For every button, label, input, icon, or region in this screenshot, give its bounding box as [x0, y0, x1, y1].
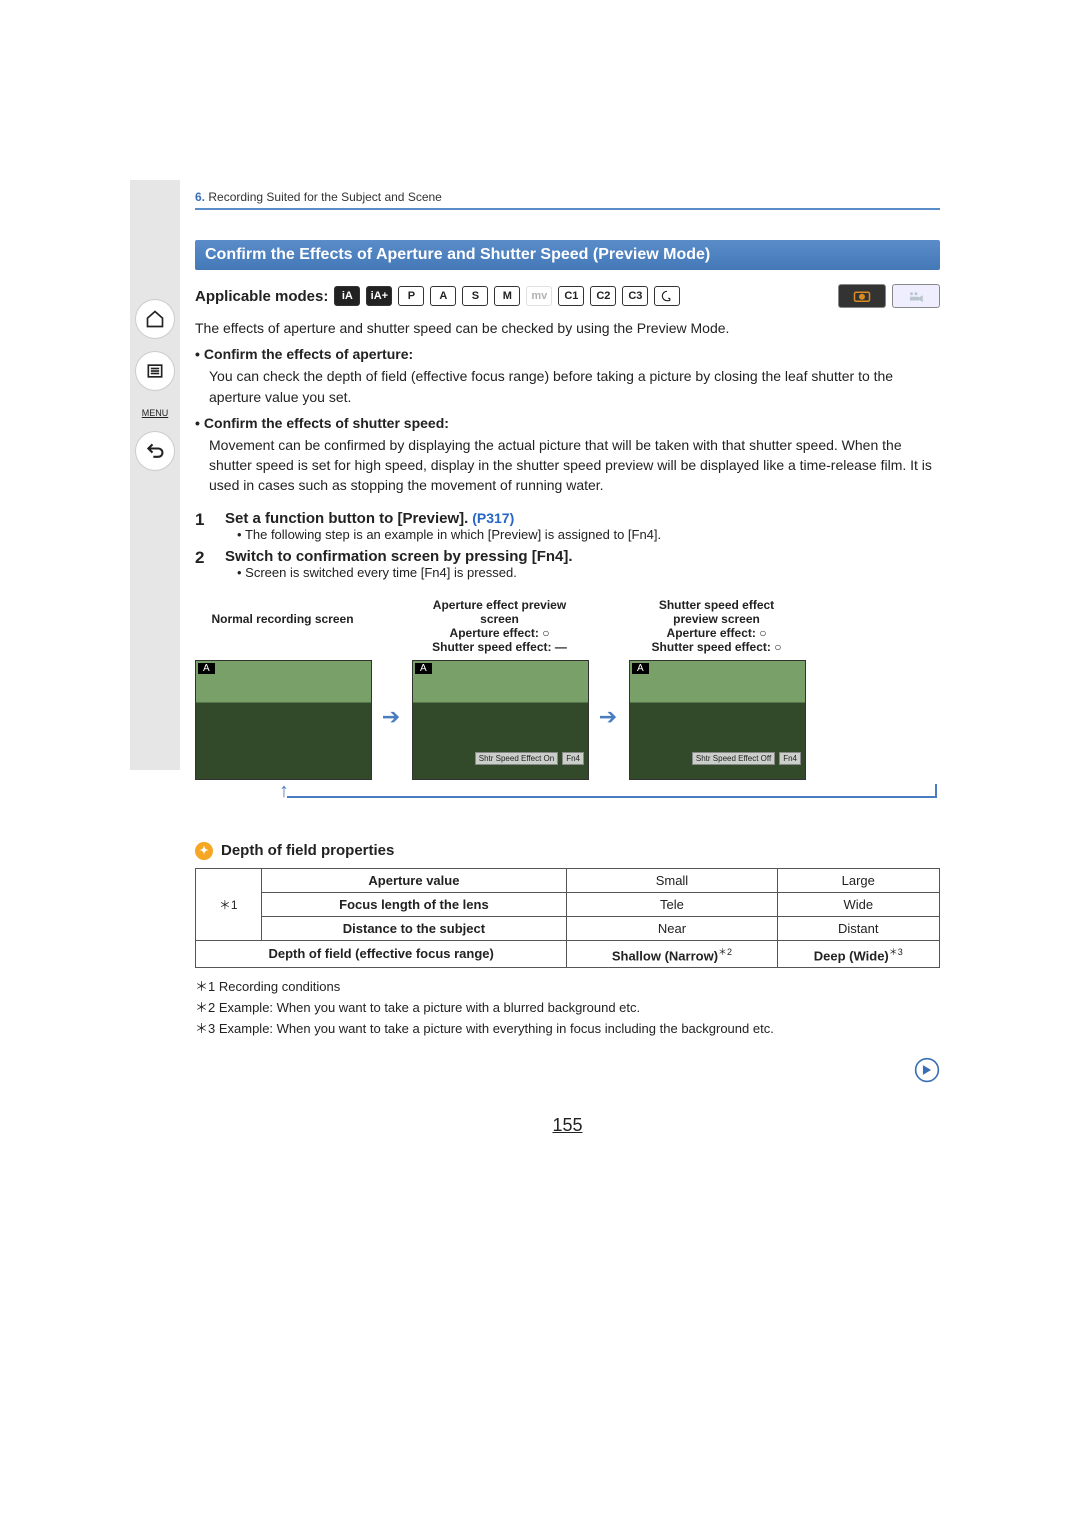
- dof-last-large-text: Deep (Wide): [814, 948, 889, 963]
- mode-a-icon: A: [430, 286, 456, 306]
- thumb-overlay-2: Shtr Speed Effect On Fn4: [475, 752, 584, 765]
- footnotes: ＊1 Recording conditions ＊2 Example: When…: [195, 976, 940, 1037]
- page-content: 6. Recording Suited for the Subject and …: [185, 180, 950, 1166]
- dof-heading-row: ✦ Depth of field properties: [195, 842, 940, 860]
- preview-col-aperture: Aperture effect preview screen Aperture …: [412, 598, 587, 780]
- back-icon[interactable]: [136, 432, 174, 470]
- preview-col-shutter-title2: preview screen: [629, 612, 804, 626]
- footnote-3: ＊3 Example: When you want to take a pict…: [195, 1018, 940, 1037]
- home-icon[interactable]: [136, 300, 174, 338]
- footnote-1: ＊1 Recording conditions: [195, 976, 940, 995]
- dof-last-small-text: Shallow (Narrow): [612, 948, 718, 963]
- preview-thumb-normal: A: [195, 660, 372, 780]
- dof-last-small: Shallow (Narrow)＊2: [567, 940, 777, 967]
- tip-bulb-icon: ✦: [195, 842, 213, 860]
- section-title: Confirm the Effects of Aperture and Shut…: [195, 240, 940, 270]
- steps: 1 Set a function button to [Preview]. (P…: [195, 510, 940, 580]
- preview-col-shutter-aperture: Aperture effect: ○: [629, 626, 804, 640]
- mode-s-icon: S: [462, 286, 488, 306]
- step-1-number: 1: [195, 510, 211, 542]
- dof-heading: Depth of field properties: [221, 842, 394, 859]
- chapter-number: 6.: [195, 190, 205, 204]
- preview-row: Normal recording screen A ➔ Aperture eff…: [195, 598, 940, 780]
- footnote-2: ＊2 Example: When you want to take a pict…: [195, 997, 940, 1016]
- dof-table: ＊1 Aperture value Small Large Focus leng…: [195, 868, 940, 968]
- video-mode-badge-icon: [892, 284, 940, 308]
- step-1-title: Set a function button to [Preview].: [225, 510, 468, 527]
- thumb-overlay-3: Shtr Speed Effect Off Fn4: [692, 752, 801, 765]
- aperture-heading: Confirm the effects of aperture:: [195, 346, 940, 362]
- mode-iaplus-icon: iA+: [366, 286, 392, 306]
- dof-row2-small: Tele: [567, 892, 777, 916]
- dof-row2-label: Focus length of the lens: [261, 892, 567, 916]
- mode-m-icon: M: [494, 286, 520, 306]
- dof-last-label: Depth of field (effective focus range): [196, 940, 567, 967]
- mode-palette-icon: [654, 286, 680, 306]
- step-1-note: The following step is an example in whic…: [237, 527, 661, 542]
- dof-row3-label: Distance to the subject: [261, 916, 567, 940]
- shutter-text: Movement can be confirmed by displaying …: [209, 435, 940, 496]
- aperture-text: You can check the depth of field (effect…: [209, 366, 940, 407]
- dof-row2-large: Wide: [777, 892, 939, 916]
- preview-col-normal-title: Normal recording screen: [195, 612, 370, 626]
- dof-last-large: Deep (Wide)＊3: [777, 940, 939, 967]
- cycle-arrow: ↑: [215, 784, 940, 814]
- preview-col-shutter-title1: Shutter speed effect: [629, 598, 804, 612]
- preview-col-normal: Normal recording screen A: [195, 598, 370, 780]
- mode-c2-icon: C2: [590, 286, 616, 306]
- thumb-tag-a-3: A: [632, 663, 649, 674]
- cycle-arrow-bar: [287, 796, 936, 798]
- dof-row3-large: Distant: [777, 916, 939, 940]
- arrow-1-icon: ➔: [378, 704, 404, 780]
- toc-icon[interactable]: [136, 352, 174, 390]
- dof-sidecell: ＊1: [196, 868, 262, 940]
- preview-col-aperture-title2: screen: [412, 612, 587, 626]
- mode-ia-icon: iA: [334, 286, 360, 306]
- side-nav: MENU: [130, 180, 180, 770]
- preview-col-shutter: Shutter speed effect preview screen Aper…: [629, 598, 804, 780]
- applicable-modes-row: Applicable modes: iA iA+ P A S M mv C1 C…: [195, 284, 940, 308]
- mode-c1-icon: C1: [558, 286, 584, 306]
- applicable-modes-label: Applicable modes:: [195, 288, 328, 305]
- thumb-overlay-2-fn: Fn4: [562, 752, 584, 765]
- mode-c3-icon: C3: [622, 286, 648, 306]
- dof-row1-large: Large: [777, 868, 939, 892]
- dof-last-large-sup: ＊3: [889, 947, 903, 957]
- mode-movie-icon: mv: [526, 286, 552, 306]
- chapter-title: Recording Suited for the Subject and Sce…: [208, 190, 441, 204]
- dof-row3-small: Near: [567, 916, 777, 940]
- thumb-overlay-3-fn: Fn4: [779, 752, 801, 765]
- continue-icon[interactable]: [195, 1057, 940, 1089]
- thumb-overlay-3-text: Shtr Speed Effect Off: [692, 752, 775, 765]
- dof-row1-small: Small: [567, 868, 777, 892]
- step-1-ref[interactable]: (P317): [472, 510, 514, 526]
- photo-mode-badge-icon: [838, 284, 886, 308]
- step-2-number: 2: [195, 548, 211, 580]
- step-1: 1 Set a function button to [Preview]. (P…: [195, 510, 940, 542]
- preview-col-normal-spacer: [195, 598, 370, 612]
- intro-text: The effects of aperture and shutter spee…: [195, 318, 940, 338]
- preview-thumb-aperture: A Shtr Speed Effect On Fn4: [412, 660, 589, 780]
- preview-col-aperture-title1: Aperture effect preview: [412, 598, 587, 612]
- shutter-heading: Confirm the effects of shutter speed:: [195, 415, 940, 431]
- mode-p-icon: P: [398, 286, 424, 306]
- preview-col-aperture-aperture: Aperture effect: ○: [412, 626, 587, 640]
- step-2-note: Screen is switched every time [Fn4] is p…: [237, 565, 573, 580]
- preview-col-shutter-shutter: Shutter speed effect: ○: [629, 640, 804, 654]
- preview-thumb-shutter: A Shtr Speed Effect Off Fn4: [629, 660, 806, 780]
- page-number: 155: [195, 1115, 940, 1136]
- cycle-arrow-up-icon: ↑: [279, 780, 289, 803]
- thumb-overlay-2-text: Shtr Speed Effect On: [475, 752, 558, 765]
- step-2-title: Switch to confirmation screen by pressin…: [225, 548, 573, 565]
- step-2: 2 Switch to confirmation screen by press…: [195, 548, 940, 580]
- thumb-tag-a-2: A: [415, 663, 432, 674]
- breadcrumb: 6. Recording Suited for the Subject and …: [195, 190, 940, 210]
- dof-last-small-sup: ＊2: [718, 947, 732, 957]
- dof-row1-label: Aperture value: [261, 868, 567, 892]
- thumb-tag-a-1: A: [198, 663, 215, 674]
- preview-col-aperture-shutter: Shutter speed effect: —: [412, 640, 587, 654]
- menu-label[interactable]: MENU: [142, 408, 169, 418]
- preview-col-normal-spacer2: [195, 626, 370, 654]
- arrow-2-icon: ➔: [595, 704, 621, 780]
